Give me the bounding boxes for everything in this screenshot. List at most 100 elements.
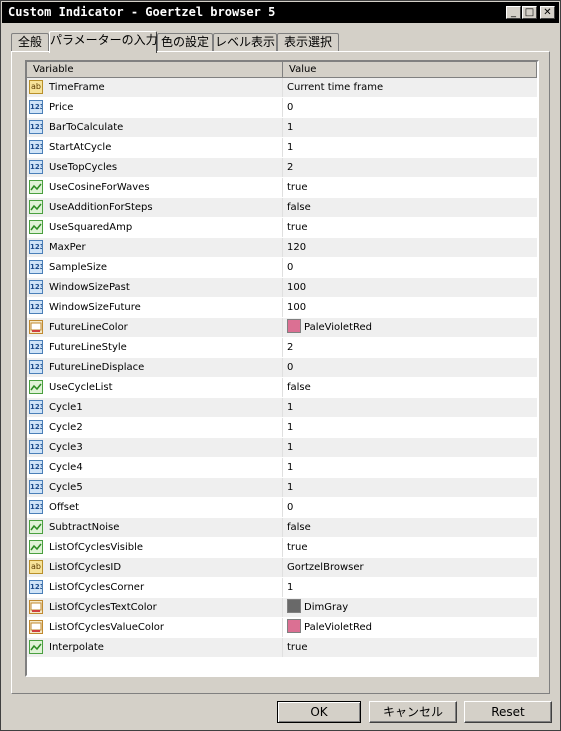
- parameter-value[interactable]: PaleVioletRed: [287, 618, 372, 637]
- parameter-row[interactable]: 123 Offset 0: [27, 498, 537, 518]
- parameter-value-text: 1: [287, 402, 294, 413]
- parameter-value-text: 2: [287, 162, 294, 173]
- number-type-icon: 123: [29, 240, 43, 254]
- parameter-value[interactable]: true: [287, 538, 308, 557]
- parameter-value[interactable]: 1: [287, 118, 293, 137]
- parameter-row[interactable]: UseSquaredAmp true: [27, 218, 537, 238]
- number-type-icon: 123: [29, 460, 43, 474]
- parameter-row[interactable]: 123 UseTopCycles 2: [27, 158, 537, 178]
- parameter-value[interactable]: 120: [287, 238, 306, 257]
- reset-button[interactable]: Reset: [464, 701, 552, 723]
- parameter-value[interactable]: true: [287, 218, 308, 237]
- parameter-row[interactable]: 123 Cycle5 1: [27, 478, 537, 498]
- parameter-row[interactable]: 123 WindowSizePast 100: [27, 278, 537, 298]
- parameter-value[interactable]: 2: [287, 338, 293, 357]
- tab-colors[interactable]: 色の設定: [157, 33, 213, 52]
- parameter-row[interactable]: ListOfCyclesVisible true: [27, 538, 537, 558]
- column-divider: [282, 498, 283, 517]
- number-type-icon: 123: [29, 400, 43, 414]
- parameter-row[interactable]: UseCosineForWaves true: [27, 178, 537, 198]
- column-divider: [282, 178, 283, 197]
- parameter-value[interactable]: true: [287, 178, 308, 197]
- minimize-icon[interactable]: _: [506, 6, 521, 19]
- parameter-value-text: 100: [287, 302, 307, 313]
- parameter-row[interactable]: 123 WindowSizeFuture 100: [27, 298, 537, 318]
- parameter-row[interactable]: 123 Cycle1 1: [27, 398, 537, 418]
- parameter-value[interactable]: 2: [287, 158, 293, 177]
- parameter-value[interactable]: 1: [287, 398, 293, 417]
- tab-inputs[interactable]: パラメーターの入力: [49, 31, 158, 53]
- column-divider: [282, 598, 283, 617]
- parameter-row[interactable]: ListOfCyclesTextColor DimGray: [27, 598, 537, 618]
- column-header-variable[interactable]: Variable: [27, 62, 283, 77]
- number-type-icon: 123: [29, 480, 43, 494]
- tab-general[interactable]: 全般: [11, 33, 49, 52]
- parameter-value[interactable]: 0: [287, 98, 293, 117]
- parameter-value[interactable]: false: [287, 378, 311, 397]
- parameter-row[interactable]: 123 FutureLineDisplace 0: [27, 358, 537, 378]
- parameter-value[interactable]: 1: [287, 438, 293, 457]
- parameter-row[interactable]: 123 StartAtCycle 1: [27, 138, 537, 158]
- column-header-value[interactable]: Value: [283, 62, 537, 77]
- parameter-value[interactable]: 1: [287, 458, 293, 477]
- parameter-row[interactable]: 123 Price 0: [27, 98, 537, 118]
- parameter-row[interactable]: 123 Cycle2 1: [27, 418, 537, 438]
- parameter-value[interactable]: Current time frame: [287, 78, 383, 97]
- parameter-row[interactable]: ListOfCyclesValueColor PaleVioletRed: [27, 618, 537, 638]
- parameter-name: UseAdditionForSteps: [49, 202, 153, 213]
- parameter-row[interactable]: 123 SampleSize 0: [27, 258, 537, 278]
- parameter-row[interactable]: ab ListOfCyclesID GortzelBrowser: [27, 558, 537, 578]
- parameter-value[interactable]: 1: [287, 138, 293, 157]
- column-divider: [282, 538, 283, 557]
- parameter-value[interactable]: 0: [287, 358, 293, 377]
- parameter-value[interactable]: 1: [287, 578, 293, 597]
- parameter-value[interactable]: DimGray: [287, 598, 348, 617]
- parameter-value[interactable]: true: [287, 638, 308, 657]
- cancel-button[interactable]: キャンセル: [369, 701, 457, 723]
- parameter-row[interactable]: UseAdditionForSteps false: [27, 198, 537, 218]
- column-divider: [282, 98, 283, 117]
- parameter-value[interactable]: 0: [287, 498, 293, 517]
- parameter-value[interactable]: 1: [287, 418, 293, 437]
- boolean-type-icon: [29, 180, 43, 194]
- parameter-row[interactable]: 123 BarToCalculate 1: [27, 118, 537, 138]
- boolean-type-icon: [29, 220, 43, 234]
- parameter-value[interactable]: GortzelBrowser: [287, 558, 364, 577]
- title-bar[interactable]: Custom Indicator - Goertzel browser 5 _ …: [2, 2, 559, 23]
- parameter-row[interactable]: Interpolate true: [27, 638, 537, 658]
- column-divider: [282, 318, 283, 337]
- parameter-row[interactable]: 123 Cycle4 1: [27, 458, 537, 478]
- parameter-row[interactable]: 123 ListOfCyclesCorner 1: [27, 578, 537, 598]
- parameter-row[interactable]: UseCycleList false: [27, 378, 537, 398]
- column-divider: [282, 438, 283, 457]
- ok-button[interactable]: OK: [277, 701, 361, 723]
- parameter-value-text: Current time frame: [287, 82, 384, 93]
- number-type-icon: 123: [29, 140, 43, 154]
- parameter-value[interactable]: 100: [287, 298, 306, 317]
- column-divider: [282, 258, 283, 277]
- parameter-name: UseCycleList: [49, 382, 113, 393]
- parameter-value[interactable]: PaleVioletRed: [287, 318, 372, 337]
- parameter-value-text: 1: [287, 442, 294, 453]
- parameter-row[interactable]: SubtractNoise false: [27, 518, 537, 538]
- tab-visualization[interactable]: 表示選択: [277, 33, 339, 52]
- parameter-value-text: PaleVioletRed: [304, 622, 373, 633]
- parameter-row[interactable]: 123 MaxPer 120: [27, 238, 537, 258]
- parameter-row[interactable]: 123 FutureLineStyle 2: [27, 338, 537, 358]
- tab-levels[interactable]: レベル表示: [213, 33, 277, 52]
- parameter-value[interactable]: 100: [287, 278, 306, 297]
- color-swatch: [287, 619, 301, 633]
- parameter-value-text: 1: [287, 482, 294, 493]
- parameter-name: Offset: [49, 502, 80, 513]
- maximize-icon[interactable]: □: [522, 6, 537, 19]
- parameter-value[interactable]: false: [287, 518, 311, 537]
- parameter-row[interactable]: 123 Cycle3 1: [27, 438, 537, 458]
- parameter-row[interactable]: ab TimeFrame Current time frame: [27, 78, 537, 98]
- grid-header: Variable Value: [27, 62, 537, 78]
- parameter-value[interactable]: false: [287, 198, 311, 217]
- close-icon[interactable]: ✕: [540, 6, 555, 19]
- parameter-value[interactable]: 1: [287, 478, 293, 497]
- parameter-value-text: GortzelBrowser: [287, 562, 364, 573]
- parameter-value[interactable]: 0: [287, 258, 293, 277]
- parameter-row[interactable]: FutureLineColor PaleVioletRed: [27, 318, 537, 338]
